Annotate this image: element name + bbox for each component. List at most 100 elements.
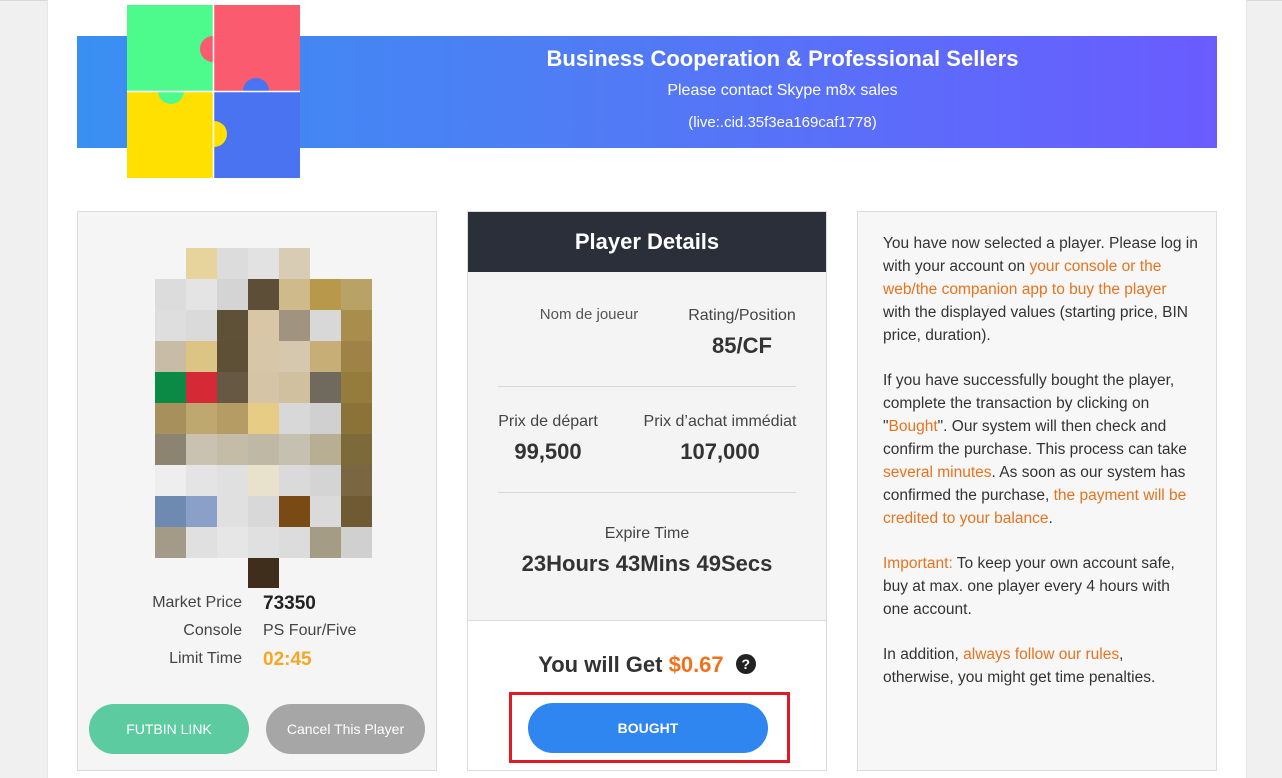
rules-link[interactable]: always follow our rules [963, 646, 1119, 663]
instructions-text: with the displayed values (starting pric… [883, 304, 1188, 344]
mosaic-cell [217, 279, 248, 310]
market-price-label: Market Price [152, 594, 242, 611]
banner-contact-id: (live:.cid.35f3ea169caf1778) [688, 114, 877, 131]
start-price-label: Prix de départ [498, 413, 598, 430]
mosaic-cell [248, 341, 279, 372]
mosaic-cell [279, 372, 310, 403]
limit-time-value: 02:45 [263, 649, 312, 670]
mosaic-cell [217, 496, 248, 527]
mosaic-cell [186, 527, 217, 558]
bought-button[interactable]: BOUGHT [528, 703, 768, 753]
mosaic-cell [310, 403, 341, 434]
question-circle-icon[interactable]: ? [735, 654, 756, 674]
mosaic-cell [310, 434, 341, 465]
banner-subtitle: Please contact Skype m8x sales [667, 82, 898, 99]
mosaic-cell [217, 527, 248, 558]
mosaic-cell [155, 434, 186, 465]
mosaic-cell [217, 341, 248, 372]
mosaic-cell [279, 248, 310, 279]
mosaic-cell [217, 248, 248, 279]
mosaic-cell [155, 341, 186, 372]
mosaic-cell [186, 310, 217, 341]
mosaic-cell [279, 465, 310, 496]
payout-amount: $0.67 [668, 652, 724, 677]
player-name-label: Nom de joueur [539, 306, 639, 323]
bin-price-value: 107,000 [680, 439, 760, 464]
expire-time-label: Expire Time [604, 525, 690, 542]
mosaic-cell [310, 527, 341, 558]
mosaic-cell [279, 341, 310, 372]
instructions-highlight: several minutes [883, 464, 992, 481]
instructions-text: . [1048, 510, 1053, 527]
bin-price-label: Prix d’achat immédiat [643, 413, 797, 430]
mosaic-cell [217, 434, 248, 465]
mosaic-cell [279, 403, 310, 434]
mosaic-cell [341, 310, 372, 341]
futbin-link-button[interactable]: FUTBIN LINK [89, 704, 249, 754]
mosaic-cell [186, 279, 217, 310]
mosaic-cell [186, 248, 217, 279]
mosaic-cell [310, 279, 341, 310]
banner-title: Business Cooperation & Professional Sell… [546, 46, 1019, 71]
mosaic-cell [248, 434, 279, 465]
mosaic-cell [155, 372, 186, 403]
mosaic-cell [248, 465, 279, 496]
cancel-player-button[interactable]: Cancel This Player [266, 704, 425, 754]
mosaic-cell [217, 310, 248, 341]
console-value: PS Four/Five [263, 622, 357, 639]
mosaic-cell [279, 434, 310, 465]
instructions-text: In addition, [883, 646, 964, 663]
mosaic-cell [155, 527, 186, 558]
pixelated-player-image [155, 248, 372, 588]
limit-time-label: Limit Time [169, 650, 242, 667]
mosaic-cell [186, 496, 217, 527]
details-divider [498, 386, 796, 387]
mosaic-cell [248, 310, 279, 341]
payout-prefix: You will Get [538, 652, 663, 677]
mosaic-cell [186, 372, 217, 403]
mosaic-cell [155, 496, 186, 527]
player-details-header: Player Details [468, 212, 826, 272]
instructions-highlight: Bought [888, 418, 938, 435]
mosaic-cell [248, 279, 279, 310]
mosaic-cell [186, 341, 217, 372]
instructions-highlight: Important: [883, 555, 953, 572]
mosaic-cell [155, 310, 186, 341]
mosaic-cell [217, 465, 248, 496]
mosaic-cell [248, 372, 279, 403]
mosaic-cell [341, 341, 372, 372]
instructions-paragraph-2: If you have successfully bought the play… [883, 369, 1198, 530]
mosaic-cell [186, 434, 217, 465]
mosaic-cell [310, 372, 341, 403]
mosaic-cell [248, 496, 279, 527]
mosaic-cell [310, 341, 341, 372]
mosaic-cell [155, 403, 186, 434]
mosaic-cell [217, 372, 248, 403]
mosaic-cell [248, 558, 279, 588]
mosaic-cell [155, 279, 186, 310]
mosaic-cell [279, 527, 310, 558]
console-label: Console [183, 622, 242, 639]
mosaic-cell [248, 527, 279, 558]
mosaic-cell [248, 403, 279, 434]
mosaic-cell [310, 465, 341, 496]
mosaic-cell [341, 372, 372, 403]
mosaic-cell [310, 310, 341, 341]
mosaic-cell [279, 279, 310, 310]
mosaic-cell [248, 248, 279, 279]
mosaic-cell [310, 496, 341, 527]
mosaic-cell [341, 403, 372, 434]
mosaic-cell [186, 465, 217, 496]
mosaic-cell [279, 496, 310, 527]
instructions-paragraph-4: In addition, always follow our rules, ot… [883, 643, 1198, 689]
mosaic-cell [279, 310, 310, 341]
mosaic-cell [217, 403, 248, 434]
market-price-value: 73350 [263, 593, 316, 614]
mosaic-cell [341, 465, 372, 496]
mosaic-cell [155, 465, 186, 496]
expire-time-value: 23Hours 43Mins 49Secs [521, 551, 773, 576]
payout-line: You will Get $0.67 ? [468, 652, 826, 678]
mosaic-cell [341, 527, 372, 558]
instructions-paragraph-1: You have now selected a player. Please l… [883, 232, 1198, 347]
rating-position-value: 85/CF [712, 333, 772, 358]
